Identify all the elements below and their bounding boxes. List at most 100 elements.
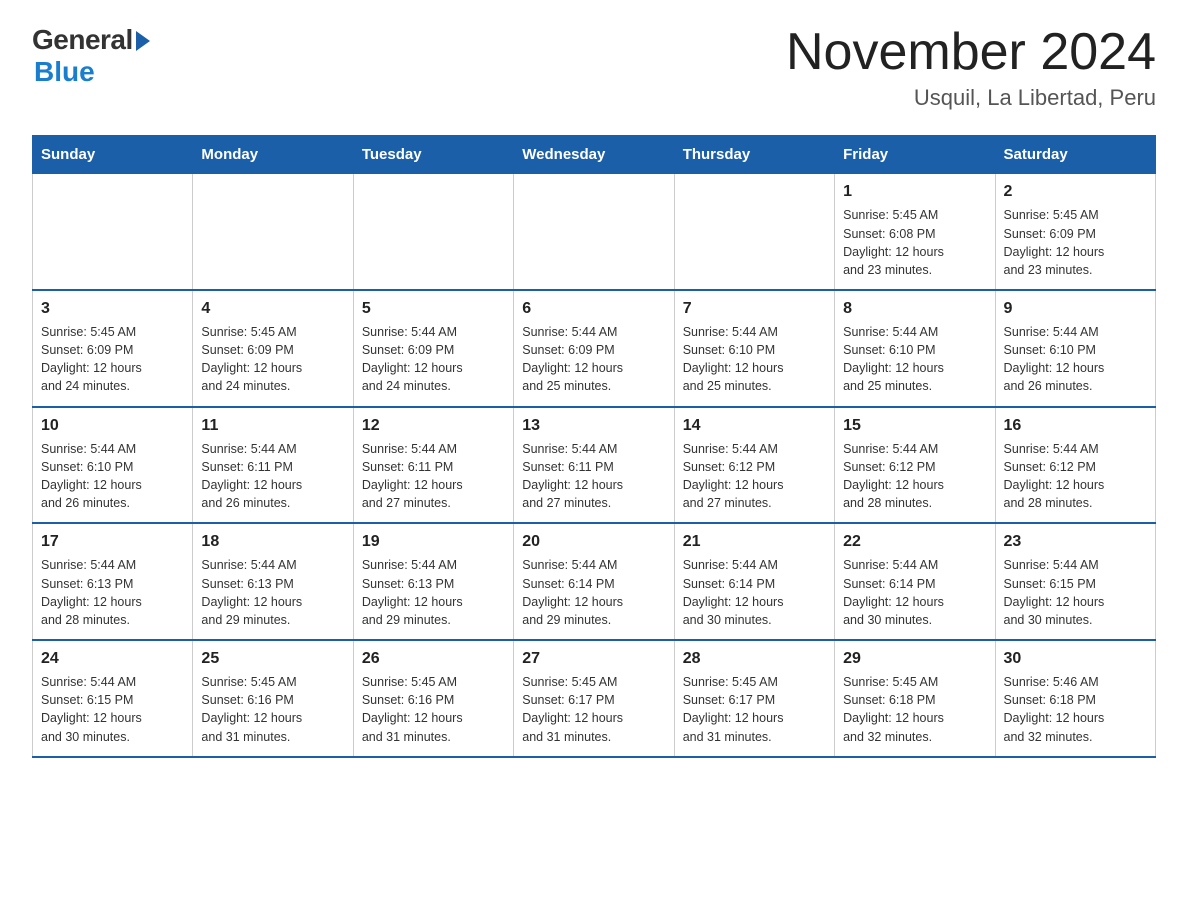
- day-number: 6: [522, 297, 665, 320]
- day-number: 18: [201, 530, 344, 553]
- sun-info: Sunrise: 5:45 AM Sunset: 6:16 PM Dayligh…: [201, 673, 344, 746]
- calendar-cell: [193, 174, 353, 290]
- calendar-cell: 22 Sunrise: 5:44 AM Sunset: 6:14 PM Dayli…: [835, 523, 995, 640]
- calendar-week-row: 10 Sunrise: 5:44 AM Sunset: 6:10 PM Dayli…: [33, 407, 1156, 524]
- sun-info: Sunrise: 5:44 AM Sunset: 6:10 PM Dayligh…: [683, 323, 826, 396]
- calendar-cell: 8 Sunrise: 5:44 AM Sunset: 6:10 PM Daylig…: [835, 290, 995, 407]
- calendar-cell: 4 Sunrise: 5:45 AM Sunset: 6:09 PM Daylig…: [193, 290, 353, 407]
- sun-info: Sunrise: 5:44 AM Sunset: 6:15 PM Dayligh…: [1004, 556, 1147, 629]
- calendar-table: SundayMondayTuesdayWednesdayThursdayFrid…: [32, 135, 1156, 757]
- day-number: 7: [683, 297, 826, 320]
- day-number: 26: [362, 647, 505, 670]
- day-number: 13: [522, 414, 665, 437]
- sun-info: Sunrise: 5:44 AM Sunset: 6:12 PM Dayligh…: [1004, 440, 1147, 513]
- logo-blue-text: Blue: [34, 56, 95, 88]
- weekday-header-wednesday: Wednesday: [514, 136, 674, 174]
- sun-info: Sunrise: 5:45 AM Sunset: 6:09 PM Dayligh…: [201, 323, 344, 396]
- day-number: 22: [843, 530, 986, 553]
- calendar-cell: 10 Sunrise: 5:44 AM Sunset: 6:10 PM Dayli…: [33, 407, 193, 524]
- calendar-cell: 21 Sunrise: 5:44 AM Sunset: 6:14 PM Dayli…: [674, 523, 834, 640]
- sun-info: Sunrise: 5:44 AM Sunset: 6:14 PM Dayligh…: [522, 556, 665, 629]
- sun-info: Sunrise: 5:44 AM Sunset: 6:10 PM Dayligh…: [41, 440, 184, 513]
- sun-info: Sunrise: 5:45 AM Sunset: 6:08 PM Dayligh…: [843, 206, 986, 279]
- calendar-cell: 27 Sunrise: 5:45 AM Sunset: 6:17 PM Dayli…: [514, 640, 674, 757]
- day-number: 4: [201, 297, 344, 320]
- calendar-cell: 13 Sunrise: 5:44 AM Sunset: 6:11 PM Dayli…: [514, 407, 674, 524]
- day-number: 14: [683, 414, 826, 437]
- day-number: 27: [522, 647, 665, 670]
- day-number: 23: [1004, 530, 1147, 553]
- day-number: 19: [362, 530, 505, 553]
- calendar-cell: 17 Sunrise: 5:44 AM Sunset: 6:13 PM Dayli…: [33, 523, 193, 640]
- sun-info: Sunrise: 5:44 AM Sunset: 6:11 PM Dayligh…: [362, 440, 505, 513]
- logo: General Blue: [32, 24, 150, 88]
- calendar-cell: 9 Sunrise: 5:44 AM Sunset: 6:10 PM Daylig…: [995, 290, 1155, 407]
- sun-info: Sunrise: 5:44 AM Sunset: 6:11 PM Dayligh…: [522, 440, 665, 513]
- sun-info: Sunrise: 5:44 AM Sunset: 6:14 PM Dayligh…: [683, 556, 826, 629]
- calendar-cell: 15Sunrise: 5:44 AM Sunset: 6:12 PM Dayli…: [835, 407, 995, 524]
- calendar-week-row: 1 Sunrise: 5:45 AM Sunset: 6:08 PM Daylig…: [33, 174, 1156, 290]
- calendar-cell: 20 Sunrise: 5:44 AM Sunset: 6:14 PM Dayli…: [514, 523, 674, 640]
- sun-info: Sunrise: 5:44 AM Sunset: 6:13 PM Dayligh…: [201, 556, 344, 629]
- calendar-cell: 25Sunrise: 5:45 AM Sunset: 6:16 PM Dayli…: [193, 640, 353, 757]
- calendar-week-row: 24Sunrise: 5:44 AM Sunset: 6:15 PM Dayli…: [33, 640, 1156, 757]
- day-number: 3: [41, 297, 184, 320]
- calendar-cell: 19 Sunrise: 5:44 AM Sunset: 6:13 PM Dayli…: [353, 523, 513, 640]
- sun-info: Sunrise: 5:44 AM Sunset: 6:15 PM Dayligh…: [41, 673, 184, 746]
- sun-info: Sunrise: 5:44 AM Sunset: 6:12 PM Dayligh…: [683, 440, 826, 513]
- sun-info: Sunrise: 5:44 AM Sunset: 6:10 PM Dayligh…: [1004, 323, 1147, 396]
- weekday-header-tuesday: Tuesday: [353, 136, 513, 174]
- calendar-cell: 28Sunrise: 5:45 AM Sunset: 6:17 PM Dayli…: [674, 640, 834, 757]
- sun-info: Sunrise: 5:45 AM Sunset: 6:17 PM Dayligh…: [522, 673, 665, 746]
- sun-info: Sunrise: 5:44 AM Sunset: 6:13 PM Dayligh…: [362, 556, 505, 629]
- sun-info: Sunrise: 5:45 AM Sunset: 6:09 PM Dayligh…: [41, 323, 184, 396]
- sun-info: Sunrise: 5:44 AM Sunset: 6:14 PM Dayligh…: [843, 556, 986, 629]
- calendar-cell: [514, 174, 674, 290]
- day-number: 29: [843, 647, 986, 670]
- day-number: 1: [843, 180, 986, 203]
- day-number: 30: [1004, 647, 1147, 670]
- calendar-subtitle: Usquil, La Libertad, Peru: [786, 85, 1156, 111]
- calendar-cell: 30 Sunrise: 5:46 AM Sunset: 6:18 PM Dayli…: [995, 640, 1155, 757]
- day-number: 5: [362, 297, 505, 320]
- calendar-cell: 1 Sunrise: 5:45 AM Sunset: 6:08 PM Daylig…: [835, 174, 995, 290]
- calendar-cell: 26 Sunrise: 5:45 AM Sunset: 6:16 PM Dayli…: [353, 640, 513, 757]
- calendar-cell: 6 Sunrise: 5:44 AM Sunset: 6:09 PM Daylig…: [514, 290, 674, 407]
- day-number: 12: [362, 414, 505, 437]
- day-number: 17: [41, 530, 184, 553]
- day-number: 2: [1004, 180, 1147, 203]
- calendar-cell: 14 Sunrise: 5:44 AM Sunset: 6:12 PM Dayli…: [674, 407, 834, 524]
- day-number: 16: [1004, 414, 1147, 437]
- day-number: 28: [683, 647, 826, 670]
- calendar-week-row: 3 Sunrise: 5:45 AM Sunset: 6:09 PM Daylig…: [33, 290, 1156, 407]
- logo-arrow-icon: [136, 31, 150, 51]
- day-number: 9: [1004, 297, 1147, 320]
- day-number: 11: [201, 414, 344, 437]
- sun-info: Sunrise: 5:44 AM Sunset: 6:09 PM Dayligh…: [522, 323, 665, 396]
- sun-info: Sunrise: 5:45 AM Sunset: 6:09 PM Dayligh…: [1004, 206, 1147, 279]
- calendar-cell: 18 Sunrise: 5:44 AM Sunset: 6:13 PM Dayli…: [193, 523, 353, 640]
- day-number: 20: [522, 530, 665, 553]
- calendar-cell: [33, 174, 193, 290]
- sun-info: Sunrise: 5:44 AM Sunset: 6:13 PM Dayligh…: [41, 556, 184, 629]
- weekday-header-saturday: Saturday: [995, 136, 1155, 174]
- calendar-week-row: 17 Sunrise: 5:44 AM Sunset: 6:13 PM Dayli…: [33, 523, 1156, 640]
- logo-general-text: General: [32, 24, 133, 56]
- calendar-cell: 3 Sunrise: 5:45 AM Sunset: 6:09 PM Daylig…: [33, 290, 193, 407]
- sun-info: Sunrise: 5:45 AM Sunset: 6:16 PM Dayligh…: [362, 673, 505, 746]
- calendar-cell: 5Sunrise: 5:44 AM Sunset: 6:09 PM Daylig…: [353, 290, 513, 407]
- calendar-cell: 2 Sunrise: 5:45 AM Sunset: 6:09 PM Daylig…: [995, 174, 1155, 290]
- day-number: 10: [41, 414, 184, 437]
- calendar-cell: 23 Sunrise: 5:44 AM Sunset: 6:15 PM Dayli…: [995, 523, 1155, 640]
- day-number: 15: [843, 414, 986, 437]
- calendar-cell: [674, 174, 834, 290]
- sun-info: Sunrise: 5:46 AM Sunset: 6:18 PM Dayligh…: [1004, 673, 1147, 746]
- sun-info: Sunrise: 5:44 AM Sunset: 6:10 PM Dayligh…: [843, 323, 986, 396]
- weekday-header-sunday: Sunday: [33, 136, 193, 174]
- day-number: 8: [843, 297, 986, 320]
- sun-info: Sunrise: 5:45 AM Sunset: 6:18 PM Dayligh…: [843, 673, 986, 746]
- weekday-header-monday: Monday: [193, 136, 353, 174]
- day-number: 21: [683, 530, 826, 553]
- calendar-title: November 2024: [786, 24, 1156, 81]
- page-header: General Blue November 2024 Usquil, La Li…: [32, 24, 1156, 111]
